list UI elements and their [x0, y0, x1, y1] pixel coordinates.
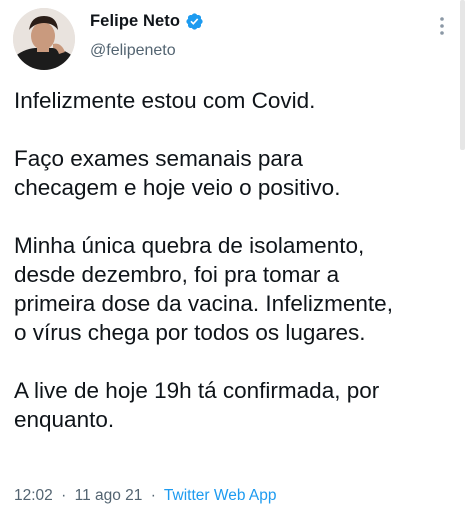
tweet-line: Faço exames semanais para: [14, 146, 303, 171]
tweet-line: enquanto.: [14, 407, 115, 432]
tweet-line: Infelizmente estou com Covid.: [14, 88, 316, 113]
tweet-date[interactable]: 11 ago 21: [75, 487, 143, 504]
verified-badge-icon: [186, 13, 203, 30]
meta-separator: ·: [150, 487, 156, 504]
tweet-line: Minha única quebra de isolamento,: [14, 233, 365, 258]
avatar[interactable]: [13, 8, 75, 70]
tweet-line: primeira dose da vacina. Infelizmente,: [14, 291, 393, 316]
tweet-line: checagem e hoje veio o positivo.: [14, 175, 341, 200]
author-handle[interactable]: @felipeneto: [90, 42, 176, 60]
tweet-line: desde dezembro, foi pra tomar a: [14, 262, 340, 287]
tweet-time[interactable]: 12:02: [14, 487, 53, 504]
tweet-line: A live de hoje 19h tá confirmada, por: [14, 378, 380, 403]
author-name-row[interactable]: Felipe Neto: [90, 12, 204, 31]
tweet-paragraph: Infelizmente estou com Covid.: [14, 86, 454, 115]
more-vertical-icon: [440, 17, 444, 35]
tweet-line: o vírus chega por todos os lugares.: [14, 320, 366, 345]
tweet-meta: 12:02 · 11 ago 21 · Twitter Web App: [14, 487, 277, 505]
scrollbar-thumb[interactable]: [460, 0, 465, 150]
meta-separator: ·: [61, 487, 67, 504]
profile-photo-icon: [13, 8, 75, 70]
tweet-paragraph: A live de hoje 19h tá confirmada, por en…: [14, 376, 454, 434]
tweet-paragraph: Minha única quebra de isolamento, desde …: [14, 231, 454, 347]
tweet-paragraph: Faço exames semanais para checagem e hoj…: [14, 144, 454, 202]
tweet-text: Infelizmente estou com Covid. Faço exame…: [14, 86, 454, 434]
tweet-source-link[interactable]: Twitter Web App: [164, 487, 277, 504]
more-options-button[interactable]: [432, 14, 452, 38]
tweet-card: Felipe Neto @felipeneto Infelizmente est…: [0, 0, 466, 520]
author-display-name[interactable]: Felipe Neto: [90, 12, 180, 31]
